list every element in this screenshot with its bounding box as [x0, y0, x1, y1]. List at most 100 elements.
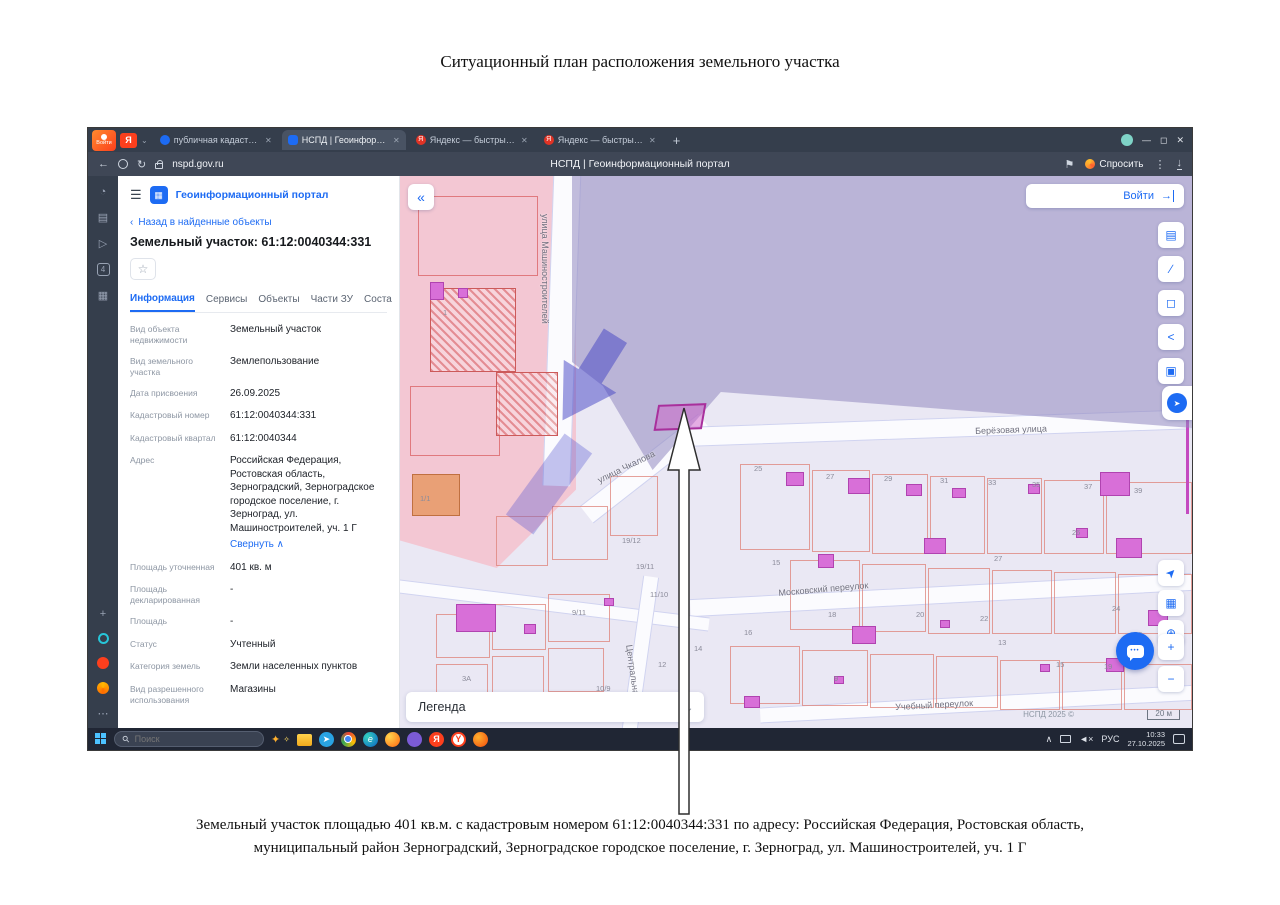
parcel-outline: [1000, 660, 1060, 710]
building-footprint: [852, 626, 876, 644]
profile-label: Войти: [96, 139, 112, 146]
sidebar-service-cyan-icon[interactable]: [97, 633, 109, 644]
sidebar-service-orange-icon[interactable]: [97, 682, 109, 694]
assistant-button[interactable]: ➤: [1162, 386, 1192, 420]
bookmark-icon[interactable]: ⚑: [1064, 158, 1074, 171]
browser-toolbar: ← ↻ nspd.gov.ru НСПД | Геоинформационный…: [88, 152, 1192, 176]
layers-button[interactable]: ▤: [1158, 222, 1184, 248]
ask-button[interactable]: Спросить: [1085, 159, 1144, 170]
zoom-out-button[interactable]: −: [1158, 666, 1184, 692]
print-button[interactable]: ▣: [1158, 358, 1184, 384]
portal-title[interactable]: Геоинформационный портал: [176, 189, 329, 201]
yandex-home-button[interactable]: Я: [120, 132, 137, 148]
map-hatched-parcel: [496, 372, 558, 436]
tray-expand-icon[interactable]: ∧: [1046, 734, 1053, 745]
tab-favicon: Я: [415, 135, 426, 145]
hamburger-menu-icon[interactable]: ☰: [130, 187, 142, 203]
taskbar-search[interactable]: ⚲: [114, 731, 264, 747]
parcel-number-label: 31: [940, 476, 949, 485]
yandex-app-icon[interactable]: Я: [428, 731, 444, 747]
language-indicator[interactable]: РУС: [1101, 734, 1119, 744]
downloads-icon[interactable]: ↓: [1176, 158, 1182, 170]
panel-collapse-button[interactable]: «: [408, 184, 434, 210]
notification-center-icon[interactable]: [1173, 734, 1185, 744]
tab-close-icon[interactable]: ✕: [265, 136, 272, 145]
basemap-button[interactable]: ▦: [1158, 590, 1184, 616]
object-info-panel: ☰ ▦ Геоинформационный портал ‹ Назад в н…: [118, 176, 400, 728]
chat-widget-button[interactable]: •••: [1116, 632, 1154, 670]
pointer-arrow: [667, 407, 701, 815]
back-icon[interactable]: ←: [98, 158, 109, 170]
collapse-link[interactable]: Свернуть ∧: [230, 538, 387, 552]
window-controls: — ◻ ✕: [1120, 134, 1188, 146]
field-row: Площадь уточненная 401 кв. м: [130, 556, 387, 579]
refresh-icon[interactable]: ↻: [137, 158, 146, 171]
sidebar-more-icon[interactable]: ⋯: [98, 707, 109, 720]
field-value: 26.09.2025: [230, 387, 281, 399]
field-row: Вид земельного участка Землепользование: [130, 350, 387, 382]
browser-tab[interactable]: ЯЯндекс — быстрый поиск ✕: [410, 130, 534, 150]
volume-icon[interactable]: ◄×: [1079, 734, 1093, 744]
browser-tab[interactable]: ЯЯндекс — быстрый поиск ✕: [538, 130, 662, 150]
account-avatar[interactable]: [1120, 134, 1133, 146]
minimize-button[interactable]: —: [1142, 135, 1151, 145]
sidebar-add-icon[interactable]: +: [100, 608, 106, 620]
chrome-icon[interactable]: [340, 731, 356, 747]
browser-tab[interactable]: публичная кадастровая ✕: [154, 130, 278, 150]
field-label: Площадь: [130, 616, 168, 627]
panel-tab-4[interactable]: Части ЗУ: [311, 290, 353, 311]
sidebar-service-red-icon[interactable]: [97, 657, 109, 669]
map-login-button[interactable]: Войти →: [1026, 184, 1184, 208]
telegram-icon[interactable]: ➤: [318, 731, 334, 747]
back-to-results-link[interactable]: ‹ Назад в найденные объекты: [130, 217, 387, 228]
browser-profile-button[interactable]: Войти: [92, 129, 116, 151]
panel-tab-3[interactable]: Объекты: [258, 290, 299, 311]
tab-close-icon[interactable]: ✕: [521, 136, 528, 145]
sidebar-tool-icon[interactable]: ▤: [98, 211, 108, 224]
field-row: Вид разрешенного использования Магазины: [130, 678, 387, 710]
measure-button[interactable]: ∕: [1158, 256, 1184, 282]
sidebar-tool-icon[interactable]: ▦: [98, 289, 108, 302]
copilot-sparkle-icon[interactable]: ✦: [271, 733, 280, 746]
map-canvas[interactable]: улица Машиностроителей улица Чкалова Берёз…: [400, 176, 1192, 728]
sidebar-tool-icon[interactable]: 4: [96, 263, 110, 276]
menu-kebab-icon[interactable]: ⋮: [1155, 158, 1166, 171]
purple-app-icon[interactable]: [406, 731, 422, 747]
panel-tab-1[interactable]: Информация: [130, 289, 195, 312]
address-url[interactable]: nspd.gov.ru: [172, 159, 224, 170]
firefox-icon[interactable]: [384, 731, 400, 747]
chevron-down-icon[interactable]: ⌄: [141, 136, 148, 145]
search-input[interactable]: [134, 734, 255, 744]
sidebar-tool-icon[interactable]: ▷: [99, 237, 107, 250]
parcel-number-label: 26: [1072, 528, 1081, 537]
yandex-browser-icon[interactable]: [472, 731, 488, 747]
explorer-icon[interactable]: [296, 734, 312, 746]
select-area-button[interactable]: ◻: [1158, 290, 1184, 316]
sidebar-tool-icon[interactable]: ◔: [100, 186, 107, 198]
sparkle-icon: ✧: [283, 734, 290, 744]
lock-icon[interactable]: [155, 159, 164, 169]
zoom-in-button[interactable]: +: [1158, 634, 1184, 660]
start-button[interactable]: [95, 733, 107, 745]
edge-icon[interactable]: e: [362, 731, 378, 747]
caption-line-2: муниципальный район Зерноградский, Зерно…: [253, 840, 1027, 857]
tab-close-icon[interactable]: ✕: [393, 136, 400, 145]
building-footprint: [458, 288, 468, 298]
parcel-number-label: 27: [994, 554, 1003, 563]
share-button[interactable]: <: [1158, 324, 1184, 350]
summary-icon[interactable]: [118, 159, 128, 169]
yandex-start-icon[interactable]: Y: [450, 731, 466, 747]
panel-tab-2[interactable]: Сервисы: [206, 290, 247, 311]
panel-tab-5[interactable]: Соста: [364, 290, 392, 311]
taskbar-clock[interactable]: 10:33 27.10.2025: [1127, 730, 1165, 749]
favorite-star-button[interactable]: ☆: [130, 258, 156, 280]
field-row: Категория земель Земли населенных пунктов: [130, 656, 387, 679]
assistant-icon: ➤: [1173, 398, 1181, 408]
display-tray-icon[interactable]: [1060, 735, 1072, 743]
locate-button[interactable]: ➤: [1158, 560, 1184, 586]
close-button[interactable]: ✕: [1176, 135, 1184, 146]
browser-tab[interactable]: НСПД | Геоинформаци ✕: [281, 130, 406, 150]
tab-close-icon[interactable]: ✕: [649, 136, 656, 145]
maximize-button[interactable]: ◻: [1160, 135, 1167, 146]
new-tab-button[interactable]: +: [666, 133, 688, 148]
